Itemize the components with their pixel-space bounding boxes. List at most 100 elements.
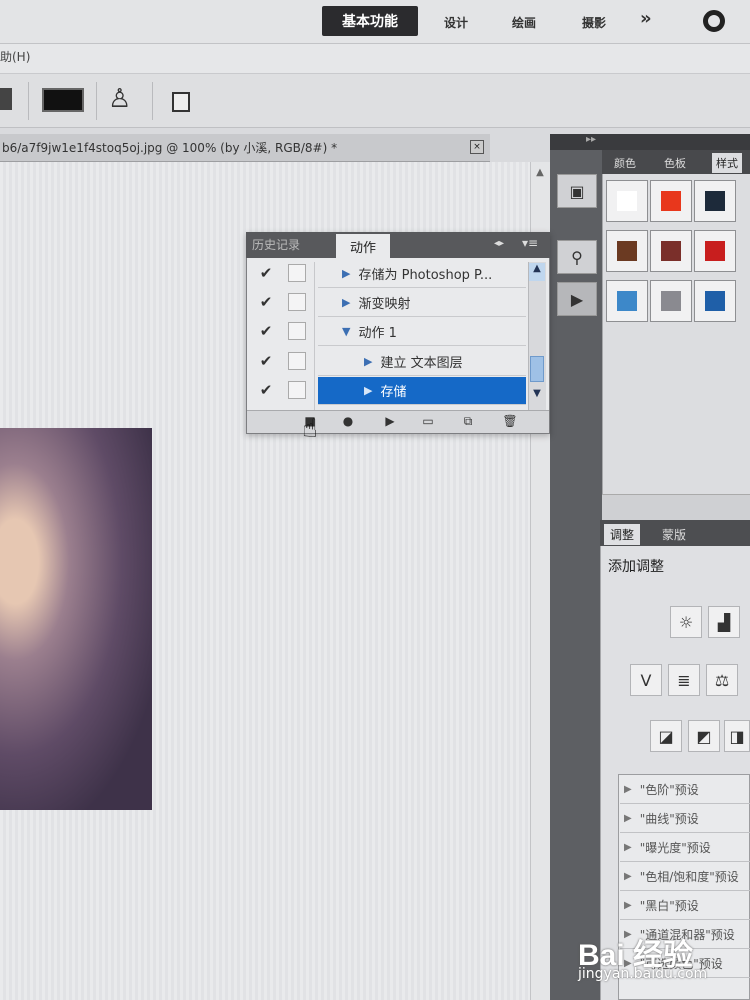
action-row[interactable]: ▶ 渐变映射 <box>318 289 526 317</box>
action-row-label: 存储为 Photoshop P... <box>358 268 493 283</box>
close-icon[interactable]: × <box>470 140 484 154</box>
preset-list-item[interactable]: ▶ "色阶"预设 <box>620 776 750 804</box>
play-icon[interactable]: ▶ <box>378 410 402 432</box>
document-icon[interactable] <box>172 92 190 112</box>
delete-icon[interactable]: 🗑 <box>498 410 522 432</box>
chevron-right-icon[interactable]: ▶ <box>364 355 372 368</box>
chevron-right-icon[interactable]: ▶ <box>624 813 632 824</box>
record-icon[interactable]: ● <box>336 410 360 432</box>
preset-label: "曝光度"预设 <box>639 841 711 855</box>
tab-styles[interactable]: 样式 <box>712 153 742 173</box>
action-row[interactable]: ▼ 动作 1 <box>318 318 526 346</box>
add-adjustment-label: 添加调整 <box>608 559 664 575</box>
dialog-toggle-checkbox[interactable] <box>288 293 306 311</box>
menu-help[interactable]: 助(H) <box>0 48 30 65</box>
style-swatch[interactable] <box>650 280 692 322</box>
style-swatch[interactable] <box>694 230 736 272</box>
workspace-painting-button[interactable]: 绘画 <box>512 10 536 34</box>
style-swatch[interactable] <box>606 180 648 222</box>
hand-cursor-icon: ☝ <box>302 414 318 444</box>
levels-icon[interactable]: ▟ <box>708 606 740 638</box>
dialog-toggle-checkbox[interactable] <box>288 352 306 370</box>
gradient-map-icon[interactable]: ◩ <box>688 720 720 752</box>
chevron-right-icon[interactable]: ▶ <box>624 900 632 911</box>
options-separator <box>152 82 153 120</box>
workspace-essentials-button[interactable]: 基本功能 <box>322 6 418 36</box>
preset-label: "曲线"预设 <box>639 812 699 826</box>
preset-list-item[interactable]: ▶ "色相/饱和度"预设 <box>620 863 750 891</box>
action-row[interactable]: ▶ 建立 文本图层 <box>318 348 526 376</box>
dock-grip-icon[interactable]: ▸▸ <box>586 134 596 145</box>
navigator-icon[interactable]: ▣ <box>557 174 597 208</box>
scroll-thumb[interactable] <box>530 356 544 382</box>
collapse-icon[interactable]: ◂▸ <box>494 238 504 249</box>
chevron-right-icon[interactable]: ▶ <box>624 784 632 795</box>
workspace-photography-button[interactable]: 摄影 <box>582 10 606 34</box>
tab-adjustments[interactable]: 调整 <box>604 524 641 545</box>
chevron-right-icon[interactable]: ▶ <box>364 384 372 397</box>
tab-actions[interactable]: 动作 <box>336 234 390 258</box>
brightness-icon[interactable]: ☼ <box>670 606 702 638</box>
action-row[interactable]: ▶ 存储为 Photoshop P... <box>318 260 526 288</box>
vibrance-icon[interactable]: V <box>630 664 662 696</box>
chevron-right-icon[interactable]: ▶ <box>624 842 632 853</box>
preset-list-item[interactable]: ▶ "黑白"预设 <box>620 892 750 920</box>
tab-masks[interactable]: 蒙版 <box>656 524 692 545</box>
style-swatch[interactable] <box>694 180 736 222</box>
style-swatch-fill <box>661 241 681 261</box>
watermark-url: jingyan.baidu.com <box>578 966 708 982</box>
tab-color[interactable]: 颜色 <box>610 153 640 173</box>
color-balance-icon[interactable]: ⚖ <box>706 664 738 696</box>
chevron-down-icon[interactable]: ▼ <box>342 325 350 338</box>
invert-icon[interactable]: ◪ <box>650 720 682 752</box>
menu-bar <box>0 44 750 74</box>
preset-list-item[interactable]: ▶ "曝光度"预设 <box>620 834 750 862</box>
action-toggle-checkbox[interactable]: ✔ <box>256 377 276 403</box>
panel-menu-icon[interactable]: ▾≡ <box>522 236 538 250</box>
workspace-design-button[interactable]: 设计 <box>444 10 468 34</box>
new-set-icon[interactable]: ▭ <box>416 410 440 432</box>
action-row-label: 动作 1 <box>358 326 397 341</box>
cs-live-icon[interactable] <box>703 10 725 32</box>
style-swatch-fill <box>705 191 725 211</box>
preset-label: "色相/饱和度"预设 <box>639 870 739 884</box>
styles-panel-footer <box>602 494 750 520</box>
style-swatch-fill <box>617 191 637 211</box>
actions-icon[interactable]: ▶ <box>557 282 597 316</box>
tab-history[interactable]: 历史记录 <box>252 236 300 253</box>
action-row-label: 建立 文本图层 <box>380 356 463 371</box>
style-swatch[interactable] <box>650 180 692 222</box>
document-tab-title: b6/a7f9jw1e1f4stoq5oj.jpg @ 100% (by 小溪,… <box>2 141 338 155</box>
chevron-right-icon[interactable]: ▶ <box>624 871 632 882</box>
style-swatch[interactable] <box>606 280 648 322</box>
style-swatch[interactable] <box>650 230 692 272</box>
hue-saturation-icon[interactable]: ≣ <box>668 664 700 696</box>
chevron-right-icon[interactable]: ▶ <box>342 296 350 309</box>
selective-color-icon[interactable]: ◨ <box>724 720 750 752</box>
brush-presets-icon[interactable]: ⚲ <box>557 240 597 274</box>
puppet-figure-icon[interactable]: ♙ <box>108 84 131 114</box>
options-separator <box>96 82 97 120</box>
action-row[interactable]: ▶ 存储 <box>318 377 526 405</box>
style-swatch-fill <box>661 191 681 211</box>
scroll-up-icon[interactable]: ▲ <box>529 263 545 281</box>
workspace-more-button[interactable]: » <box>640 8 652 29</box>
new-action-icon[interactable]: ⧉ <box>456 410 480 432</box>
action-toggle-checkbox[interactable]: ✔ <box>256 318 276 344</box>
action-toggle-checkbox[interactable]: ✔ <box>256 260 276 286</box>
color-swatch[interactable] <box>42 88 84 112</box>
chevron-right-icon[interactable]: ▶ <box>342 267 350 280</box>
action-toggle-checkbox[interactable]: ✔ <box>256 348 276 374</box>
dialog-toggle-checkbox[interactable] <box>288 322 306 340</box>
action-toggle-checkbox[interactable]: ✔ <box>256 289 276 315</box>
style-swatch[interactable] <box>694 280 736 322</box>
preset-label: "黑白"预设 <box>639 899 699 913</box>
preset-list-item[interactable]: ▶ "曲线"预设 <box>620 805 750 833</box>
tool-preset-icon[interactable] <box>0 88 12 110</box>
scroll-down-icon[interactable]: ▼ <box>529 388 545 406</box>
tab-swatches[interactable]: 色板 <box>660 153 690 173</box>
dialog-toggle-checkbox[interactable] <box>288 381 306 399</box>
style-swatch[interactable] <box>606 230 648 272</box>
dialog-toggle-checkbox[interactable] <box>288 264 306 282</box>
scroll-up-icon[interactable]: ▲ <box>532 167 548 185</box>
